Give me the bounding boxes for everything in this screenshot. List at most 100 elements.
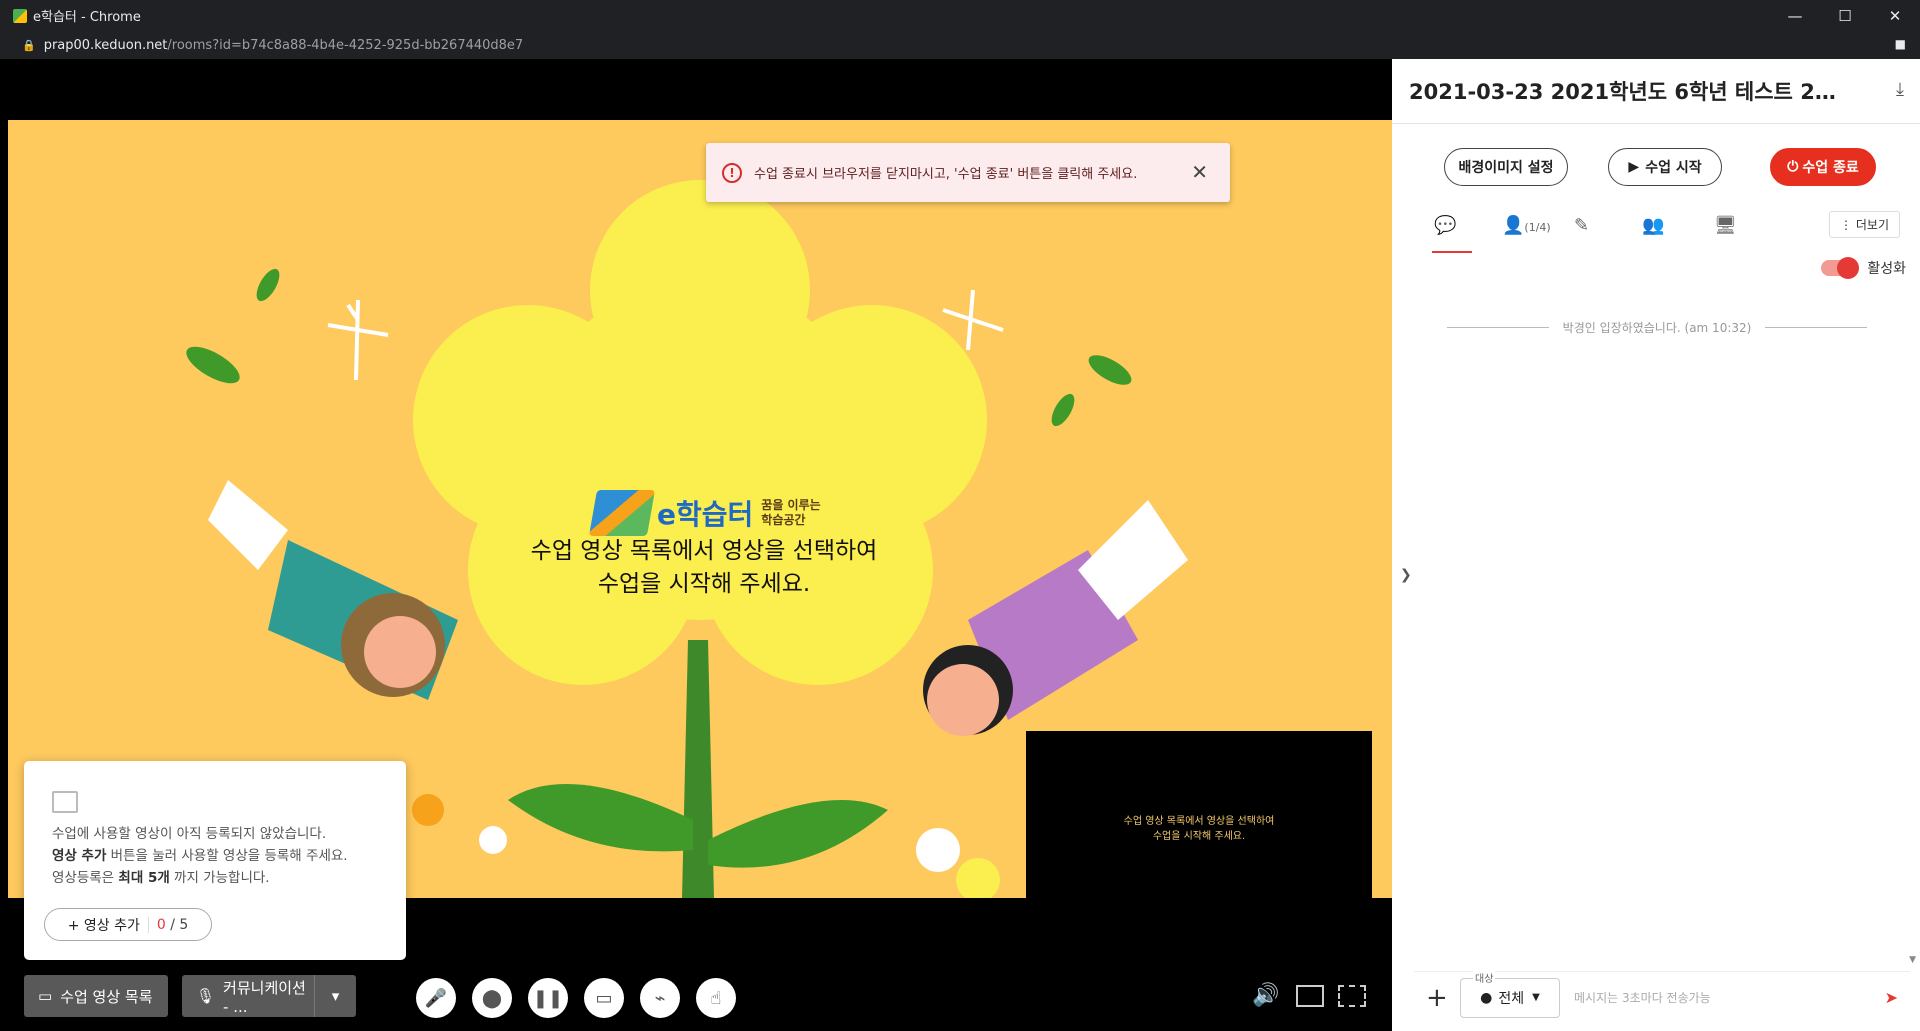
panel-tabs: 💬 👤(1/4) ✎ 👥 🖥 ⋮ 더보기 — [1432, 209, 1902, 255]
pointer-icon[interactable]: ☝ — [696, 978, 736, 1018]
person-icon: 👤 — [1502, 215, 1525, 236]
video-registration-card: 수업에 사용할 영상이 아직 등록되지 않았습니다. 영상 추가 버튼을 눌러 … — [24, 761, 406, 960]
minimize-icon[interactable]: — — [1770, 0, 1820, 31]
video-count-max: / 5 — [170, 916, 189, 933]
join-system-message: 박경인 입장하였습니다. (am 10:32) — [1447, 319, 1867, 336]
activation-toggle[interactable] — [1821, 257, 1860, 279]
panel-header: 2021-03-23 2021학년도 6학년 테스트 2반 화... ⤓ — [1392, 59, 1920, 124]
more-button[interactable]: ⋮ 더보기 — [1829, 211, 1900, 238]
divider-line-left — [1447, 327, 1549, 328]
record-icon[interactable]: ⬤ — [472, 978, 512, 1018]
pause-icon[interactable]: ❚❚ — [528, 978, 568, 1018]
close-icon[interactable]: ✕ — [1870, 0, 1920, 31]
start-class-button[interactable]: ▶ 수업 시작 — [1608, 148, 1722, 186]
logo-tagline: 꿈을 이루는 학습공간 — [761, 498, 820, 528]
video-preview: 수업 영상 목록에서 영상을 선택하여 수업을 시작해 주세요. — [1026, 731, 1372, 926]
download-icon[interactable]: ⤓ — [1896, 79, 1904, 100]
tab-notes[interactable]: ✎ — [1574, 215, 1589, 236]
tab-chat[interactable]: 💬 — [1434, 215, 1456, 236]
video-card-message: 수업에 사용할 영상이 아직 등록되지 않았습니다. 영상 추가 버튼을 눌러 … — [52, 823, 348, 889]
video-card-line3-pre: 영상등록은 — [52, 870, 119, 886]
video-card-line3-post: 까지 가능합니다. — [169, 870, 270, 886]
link-icon[interactable]: ⌁ — [640, 978, 680, 1018]
logo-tagline-2: 학습공간 — [761, 513, 806, 527]
logo-tagline-1: 꿈을 이루는 — [761, 498, 821, 512]
video-card-line2-bold: 영상 추가 — [52, 848, 107, 864]
video-count: 0 / 5 — [147, 916, 189, 933]
participants-count: (1/4) — [1524, 221, 1551, 234]
start-class-label: 수업 시작 — [1645, 160, 1702, 176]
add-video-label: + 영상 추가 — [67, 917, 140, 934]
address-bar[interactable]: 🔒 prap00.keduon.net /rooms?id=b74c8a88-4… — [0, 31, 1920, 59]
volume-icon[interactable]: 🔊 — [1252, 983, 1279, 1008]
end-class-button[interactable]: ⏻ 수업 종료 — [1770, 148, 1876, 186]
fullscreen-icon[interactable] — [1338, 985, 1366, 1007]
active-tab-indicator — [1432, 251, 1472, 253]
address-host: prap00.keduon.net — [43, 37, 168, 53]
tab-groups[interactable]: 👥 — [1642, 215, 1664, 236]
background-image-button[interactable]: 배경이미지 설정 — [1444, 148, 1568, 186]
scroll-down-icon[interactable]: ▼ — [1909, 955, 1916, 965]
tab-participants[interactable]: 👤(1/4) — [1502, 215, 1551, 236]
microphone-icon[interactable]: 🎤 — [416, 978, 456, 1018]
window-title: e학습터 - Chrome — [33, 10, 141, 25]
communication-button[interactable]: 🎙 커뮤니케이션 - ... ▾ — [182, 975, 356, 1017]
preview-line1: 수업 영상 목록에서 영상을 선택하여 — [1123, 815, 1275, 827]
join-message-text: 박경인 입장하였습니다. (am 10:32) — [1562, 321, 1752, 335]
video-count-current: 0 — [156, 916, 166, 933]
address-path: /rooms?id=b74c8a88-4b4e-4252-925d-bb2674… — [167, 37, 524, 53]
video-card-line2: 영상 추가 버튼을 눌러 사용할 영상을 등록해 주세요. — [52, 845, 348, 867]
video-card-line3: 영상등록은 최대 5개 까지 가능합니다. — [52, 867, 348, 889]
send-icon[interactable]: ➤ — [1885, 988, 1898, 1007]
activation-toggle-row: 활성화 — [1821, 257, 1906, 279]
chat-icon: 💬 — [1434, 215, 1457, 236]
play-icon: ▶ — [1628, 159, 1640, 175]
video-list-button[interactable]: ▭ 수업 영상 목록 — [24, 975, 168, 1017]
end-class-label: 수업 종료 — [1802, 160, 1859, 176]
window-controls: — ☐ ✕ — [1770, 0, 1920, 31]
target-select[interactable]: 대상 ● 전체 ▼ — [1460, 969, 1560, 1018]
edit-icon: ✎ — [1574, 215, 1590, 236]
video-camera-icon: ▭ — [38, 987, 53, 1005]
target-label: 대상 — [1473, 969, 1496, 985]
chat-composer: + 대상 ● 전체 ▼ 메시지는 3초마다 전송가능 ➤ — [1414, 969, 1910, 1023]
target-value: 전체 — [1498, 990, 1525, 1007]
communication-label: 커뮤니케이션 - ... — [223, 978, 306, 1016]
tab-presentation[interactable]: 🖥 — [1714, 215, 1737, 236]
mic-small-icon: 🎙 — [196, 987, 216, 1005]
video-list-label: 수업 영상 목록 — [60, 987, 153, 1006]
board-icon: 🖥 — [1714, 215, 1737, 236]
activation-label: 활성화 — [1867, 261, 1906, 277]
logo-name: e학습터 — [657, 498, 754, 531]
stage-instruction-line1: 수업 영상 목록에서 영상을 선택하여 — [530, 538, 878, 564]
picture-in-picture-icon[interactable] — [1296, 985, 1324, 1007]
bottom-control-bar: ▭ 수업 영상 목록 🎙 커뮤니케이션 - ... ▾ 🎤 ⬤ ❚❚ ▭ ⌁ ☝… — [8, 961, 1392, 1031]
maximize-icon[interactable]: ☐ — [1820, 0, 1870, 31]
notice-text: 수업 종료시 브라우저를 닫지마시고, '수업 종료' 버튼을 클릭해 주세요. — [754, 167, 1138, 182]
e-hakseupteo-logo: e학습터 꿈을 이루는 학습공간 — [588, 490, 821, 536]
attach-plus-icon[interactable]: + — [1426, 983, 1460, 1013]
boy-illustration — [923, 500, 1188, 736]
stage-instruction-line2: 수업을 시작해 주세요. — [597, 571, 811, 597]
lock-icon: 🔒 — [22, 38, 36, 52]
camera-icon[interactable]: ■ — [1895, 37, 1906, 51]
screen-share-icon[interactable]: ▭ — [584, 978, 624, 1018]
clapperboard-icon — [52, 791, 78, 813]
collapse-chevron-icon[interactable]: ❯ — [1400, 567, 1412, 583]
user-circle-icon: ● — [1480, 989, 1493, 1006]
dropdown-arrow-icon: ▼ — [1532, 992, 1540, 1003]
divider-line-right — [1765, 327, 1867, 328]
logo-mark-icon — [588, 490, 656, 536]
stage-instruction: 수업 영상 목록에서 영상을 선택하여 수업을 시작해 주세요. — [512, 535, 896, 601]
more-label: 더보기 — [1855, 218, 1889, 232]
video-card-line1: 수업에 사용할 영상이 아직 등록되지 않았습니다. — [52, 826, 327, 842]
alert-icon: ! — [722, 162, 742, 183]
message-input[interactable]: 메시지는 3초마다 전송가능 — [1574, 989, 1885, 1006]
end-class-notice: ! 수업 종료시 브라우저를 닫지마시고, '수업 종료' 버튼을 클릭해 주세… — [706, 143, 1230, 202]
communication-dropdown-icon[interactable]: ▾ — [314, 975, 356, 1017]
video-card-line2-rest: 버튼을 눌러 사용할 영상을 등록해 주세요. — [106, 848, 348, 864]
class-title: 2021-03-23 2021학년도 6학년 테스트 2반 화... — [1409, 80, 1849, 104]
add-video-button[interactable]: + 영상 추가 0 / 5 — [44, 908, 212, 941]
notice-close-icon[interactable]: ✕ — [1191, 160, 1208, 184]
preview-line2: 수업을 시작해 주세요. — [1152, 830, 1246, 842]
